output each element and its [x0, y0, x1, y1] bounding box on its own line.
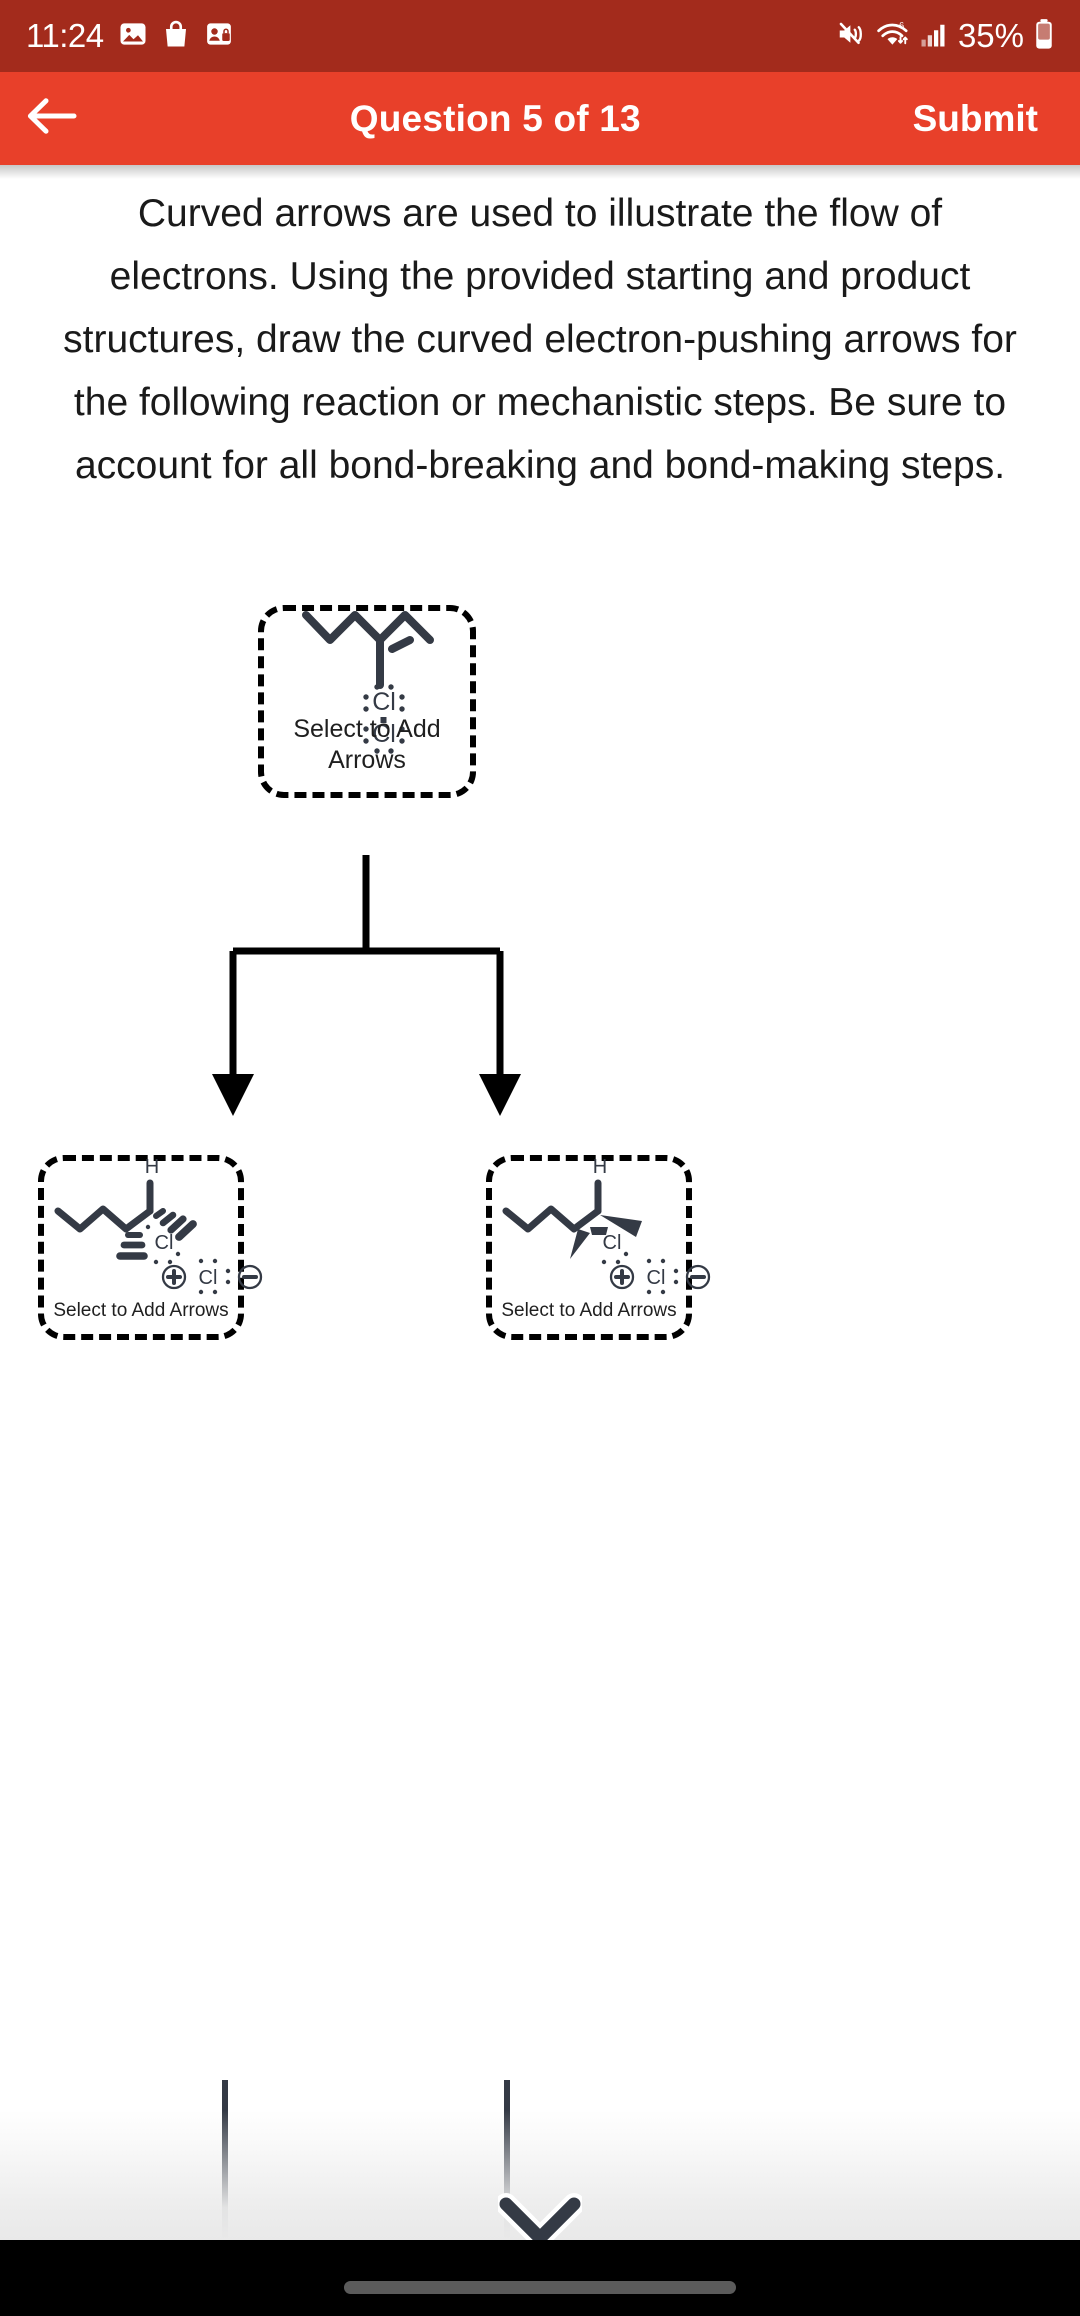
back-arrow-icon [26, 96, 78, 141]
starting-structure-hint: Select to Add Arrows [293, 715, 441, 774]
charge-minus [685, 1264, 711, 1290]
android-nav-bar [0, 2240, 1080, 2316]
atom-label-cl-chloronium: Cl [155, 1232, 174, 1254]
charge-plus [161, 1264, 187, 1290]
submit-button[interactable]: Submit [913, 98, 1080, 140]
battery-icon [1034, 18, 1054, 55]
arrowhead-right [479, 1074, 521, 1116]
product-right-drawing: H Cl Cl [502, 1156, 711, 1295]
mute-icon [836, 19, 866, 54]
atom-label-cl-chloride: Cl [199, 1267, 218, 1289]
atom-label-h: H [593, 1156, 607, 1178]
screen: 11:24 6 35% Question 5 of 13 Submit Curv… [0, 0, 1080, 2316]
status-bar-right: 6 35% [836, 17, 1054, 55]
status-clock: 11:24 [26, 17, 104, 54]
starting-structure-box[interactable]: Cl Cl Select to Add Arrows [258, 605, 476, 798]
atom-label-cl-chloride: Cl [647, 1267, 666, 1289]
page-title: Question 5 of 13 [349, 97, 641, 139]
image-icon [118, 19, 148, 54]
svg-text:6: 6 [899, 20, 904, 30]
shopping-bag-icon [162, 19, 190, 54]
battery-percent: 35% [957, 17, 1024, 54]
charge-plus [609, 1264, 635, 1290]
wedge-bond-left [570, 1229, 590, 1259]
app-bar: Question 5 of 13 Submit [0, 72, 1080, 165]
charge-minus [237, 1264, 263, 1290]
arrowhead-left [212, 1074, 254, 1116]
mechanism-canvas: Cl Cl Select to Add Arrows H Cl Cl Selec… [0, 560, 1080, 2080]
app-bar-shadow [0, 165, 1080, 179]
product-right-box[interactable]: H Cl Cl Select to Add Arrows [486, 1155, 711, 1340]
question-prompt: Curved arrows are used to illustrate the… [63, 192, 1017, 487]
product-left-hint: Select to Add Arrows [53, 1300, 229, 1321]
wifi-icon: 6 [876, 19, 910, 54]
contact-card-icon [204, 19, 234, 54]
home-gesture-pill[interactable] [344, 2281, 736, 2294]
atom-label-h: H [145, 1156, 159, 1178]
product-right-hint: Select to Add Arrows [501, 1300, 677, 1321]
product-left-drawing: H Cl Cl [54, 1156, 263, 1295]
status-bar-left: 11:24 [26, 17, 234, 55]
status-bar: 11:24 6 35% [0, 0, 1080, 72]
atom-label-cl-chloronium: Cl [603, 1232, 622, 1254]
product-left-box[interactable]: H Cl Cl Select to Add Arrows [38, 1155, 263, 1340]
atom-label-cl-upper: Cl [372, 688, 396, 716]
cellular-signal-icon [920, 19, 948, 54]
